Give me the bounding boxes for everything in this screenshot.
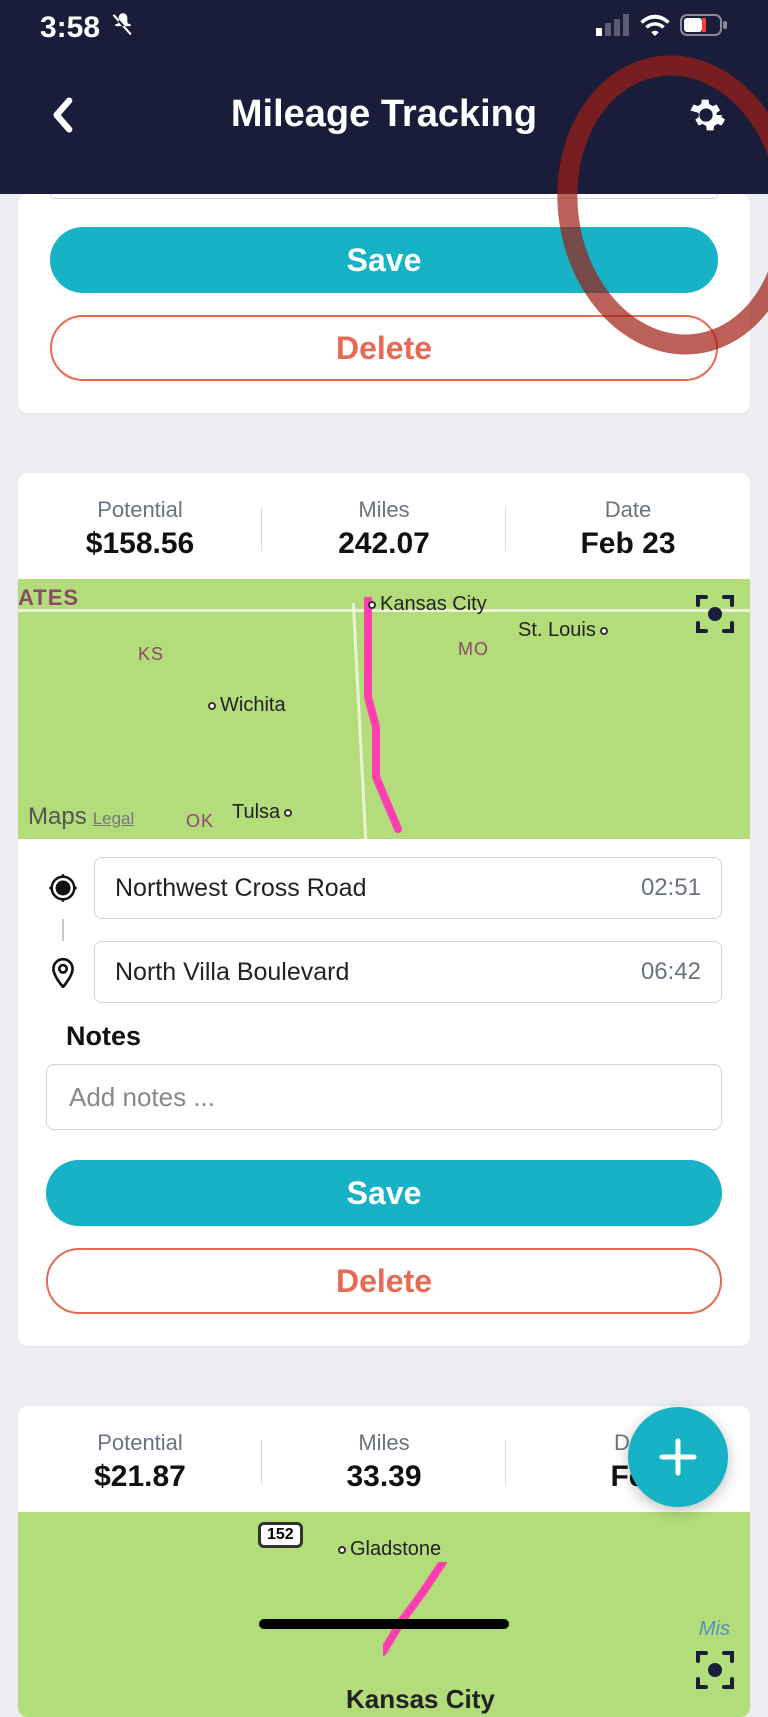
end-location-name: North Villa Boulevard (115, 958, 349, 987)
miles-label: Miles (262, 497, 506, 523)
end-location-time: 06:42 (641, 958, 701, 986)
stats-row: Potential $158.56 Miles 242.07 Date Feb … (18, 473, 750, 579)
map-city: Kansas City (346, 1684, 495, 1715)
start-location-field[interactable]: Northwest Cross Road 02:51 (94, 857, 722, 919)
route-badge: 152 (258, 1522, 303, 1548)
page-title: Mileage Tracking (231, 93, 537, 136)
notes-label: Notes (66, 1021, 722, 1052)
map-partial-label: ATES (18, 585, 79, 611)
potential-label: Potential (18, 497, 262, 523)
status-bar: 3:58 (0, 0, 768, 55)
map-city: Gladstone (350, 1538, 441, 1560)
start-location-time: 02:51 (641, 874, 701, 902)
status-time: 3:58 (40, 11, 100, 45)
notes-input[interactable]: Add notes ... (46, 1064, 722, 1130)
map-city: Tulsa (232, 801, 280, 823)
recenter-button[interactable] (692, 1647, 738, 1693)
delete-button[interactable]: Delete (50, 315, 718, 381)
notes-placeholder: Add notes ... (69, 1082, 215, 1113)
potential-value: $158.56 (18, 527, 262, 561)
map-state: KS (138, 644, 164, 665)
miles-value: 33.39 (262, 1460, 506, 1494)
trip-map[interactable]: 152 Gladstone Kansas City Mis (18, 1512, 750, 1717)
save-button[interactable]: Save (50, 227, 718, 293)
back-button[interactable] (40, 93, 84, 137)
app-header: Mileage Tracking (0, 55, 768, 194)
miles-label: Miles (262, 1430, 506, 1456)
save-button[interactable]: Save (46, 1160, 722, 1226)
cell-signal-icon (596, 14, 630, 41)
end-location-icon (46, 956, 80, 988)
battery-icon (680, 14, 728, 41)
end-location-field[interactable]: North Villa Boulevard 06:42 (94, 941, 722, 1003)
map-state: MO (458, 639, 489, 660)
trip-card: Potential $158.56 Miles 242.07 Date Feb … (18, 473, 750, 1346)
add-button[interactable] (628, 1407, 728, 1507)
input-stub (50, 194, 718, 199)
start-location-name: Northwest Cross Road (115, 874, 366, 903)
silent-icon (110, 11, 136, 45)
map-attribution: MapsLegal (28, 803, 134, 831)
map-state: OK (186, 811, 214, 832)
location-connector (46, 919, 80, 941)
home-indicator (259, 1619, 509, 1629)
map-city: Kansas City (380, 593, 487, 615)
date-label: Date (506, 497, 750, 523)
miles-value: 242.07 (262, 527, 506, 561)
map-city: St. Louis (518, 619, 596, 641)
start-location-icon (46, 873, 80, 903)
wifi-icon (640, 14, 670, 41)
potential-label: Potential (18, 1430, 262, 1456)
date-value: Feb 23 (506, 527, 750, 561)
map-city: Wichita (220, 694, 286, 716)
recenter-button[interactable] (692, 591, 738, 637)
trip-card-partial: Save Delete (18, 194, 750, 413)
potential-value: $21.87 (18, 1460, 262, 1494)
delete-button[interactable]: Delete (46, 1248, 722, 1314)
trip-map[interactable]: ATES Kansas City St. Louis Wichita Tulsa… (18, 579, 750, 839)
settings-button[interactable] (684, 93, 728, 137)
